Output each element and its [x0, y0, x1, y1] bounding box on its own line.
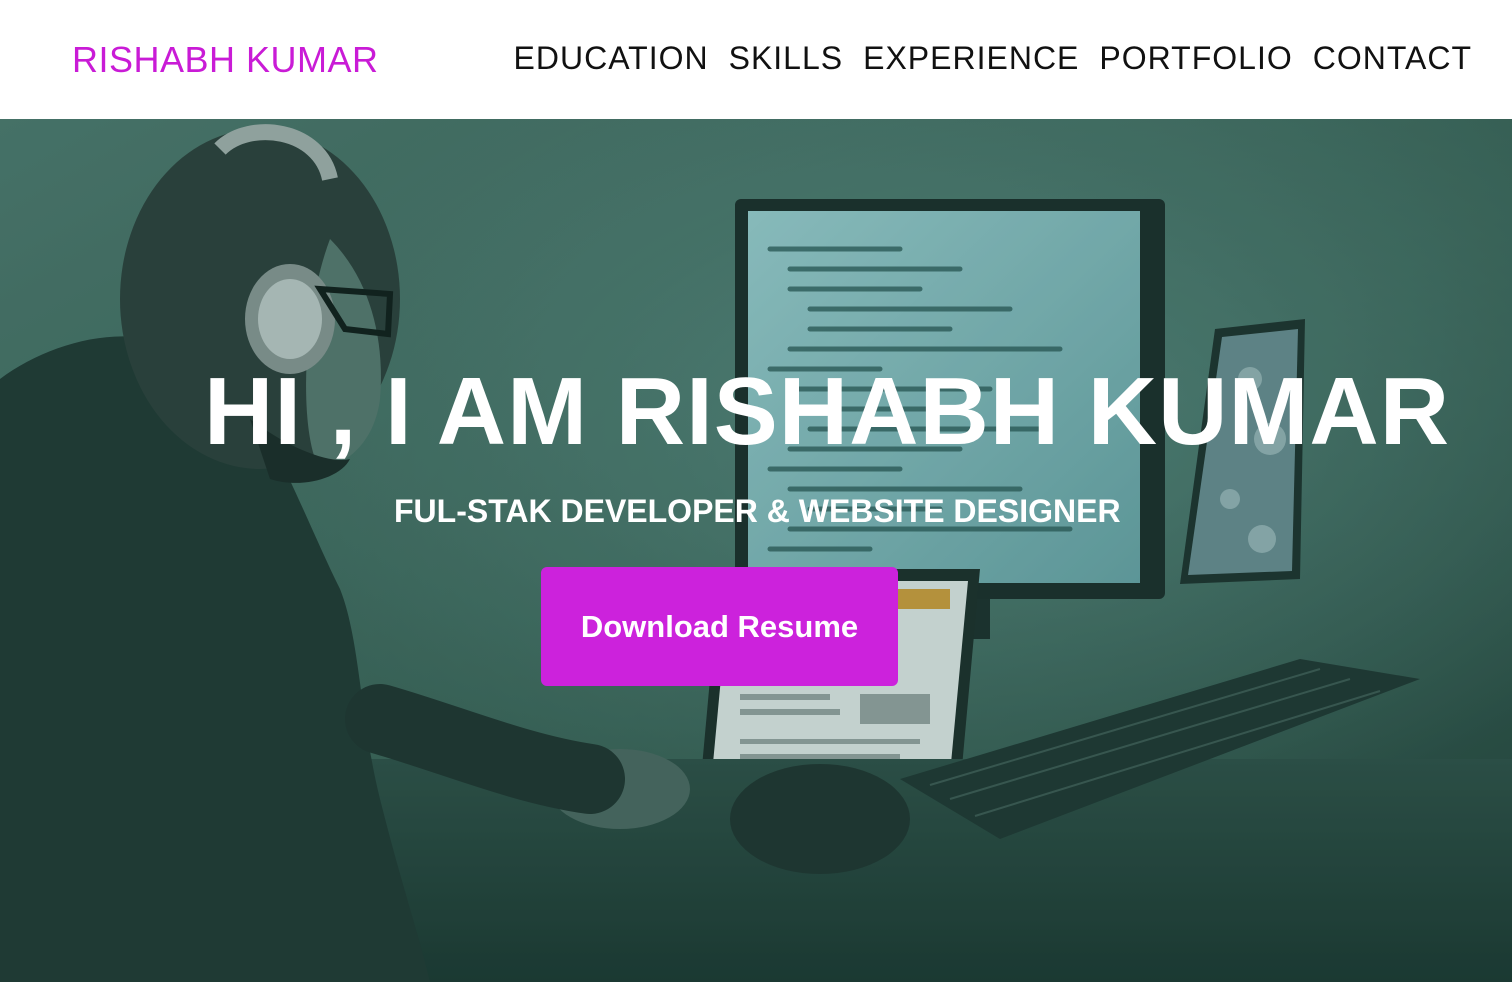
nav-portfolio[interactable]: PORTFOLIO [1099, 38, 1292, 78]
download-resume-button[interactable]: Download Resume [541, 567, 898, 686]
nav-experience[interactable]: EXPERIENCE [863, 38, 1079, 78]
nav-contact[interactable]: CONTACT [1313, 38, 1472, 78]
main-nav: EDUCATION SKILLS EXPERIENCE PORTFOLIO CO… [514, 38, 1472, 78]
brand-logo-link[interactable]: RISHABH KUMAR [72, 40, 379, 80]
hero-subtitle: FUL-STAK DEVELOPER & WEBSITE DESIGNER [394, 493, 1121, 529]
hero-section: HI , I AM RISHABH KUMAR FUL-STAK DEVELOP… [0, 119, 1512, 982]
nav-skills[interactable]: SKILLS [729, 38, 844, 78]
site-header: RISHABH KUMAR EDUCATION SKILLS EXPERIENC… [0, 0, 1512, 119]
nav-education[interactable]: EDUCATION [514, 38, 709, 78]
hero-title: HI , I AM RISHABH KUMAR [204, 358, 1451, 465]
hero-dark-overlay [0, 119, 1512, 982]
